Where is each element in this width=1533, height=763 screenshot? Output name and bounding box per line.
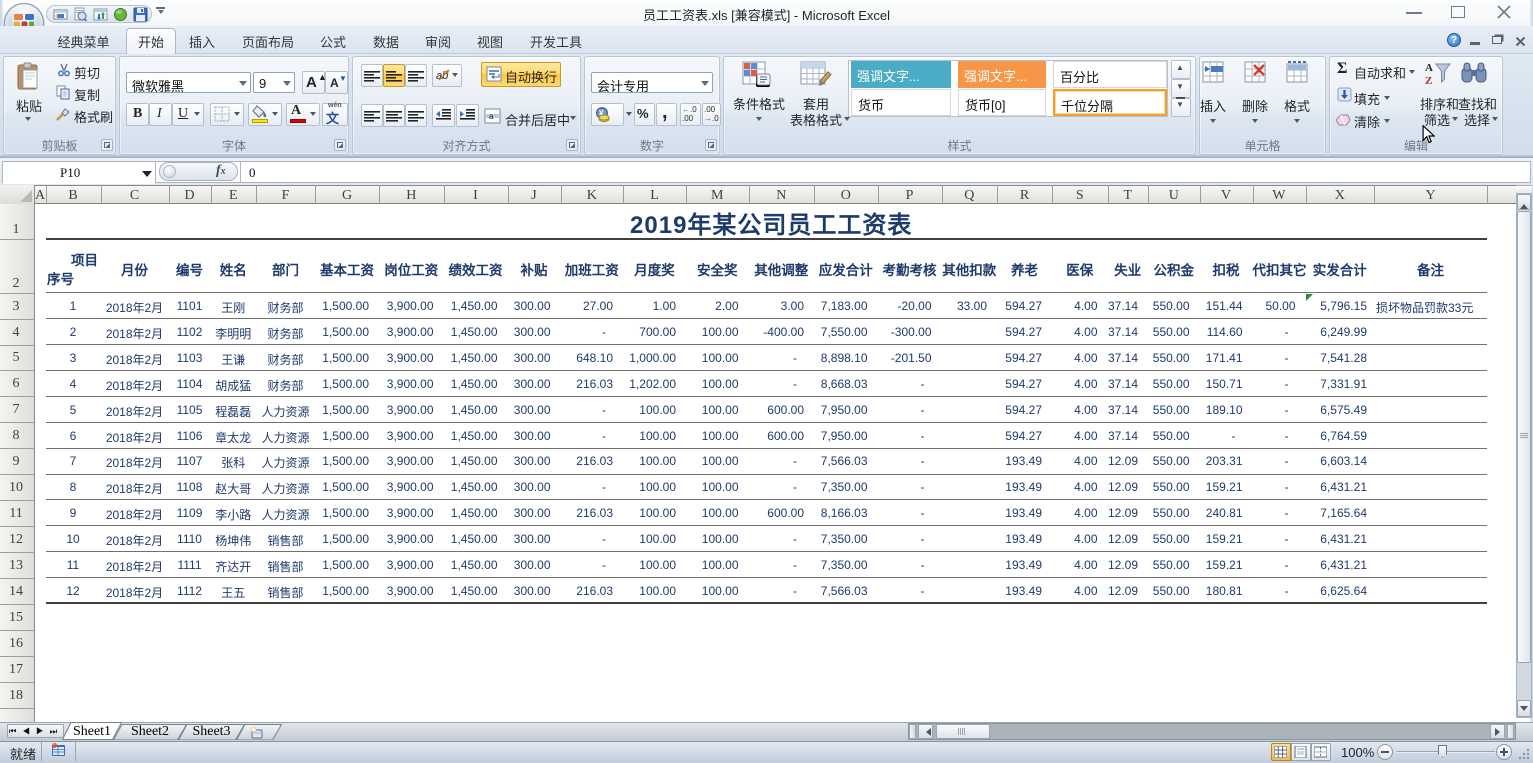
svg-text:a: a [489,112,494,121]
svg-text:Z: Z [1425,75,1432,87]
svg-text:A: A [1425,62,1433,74]
